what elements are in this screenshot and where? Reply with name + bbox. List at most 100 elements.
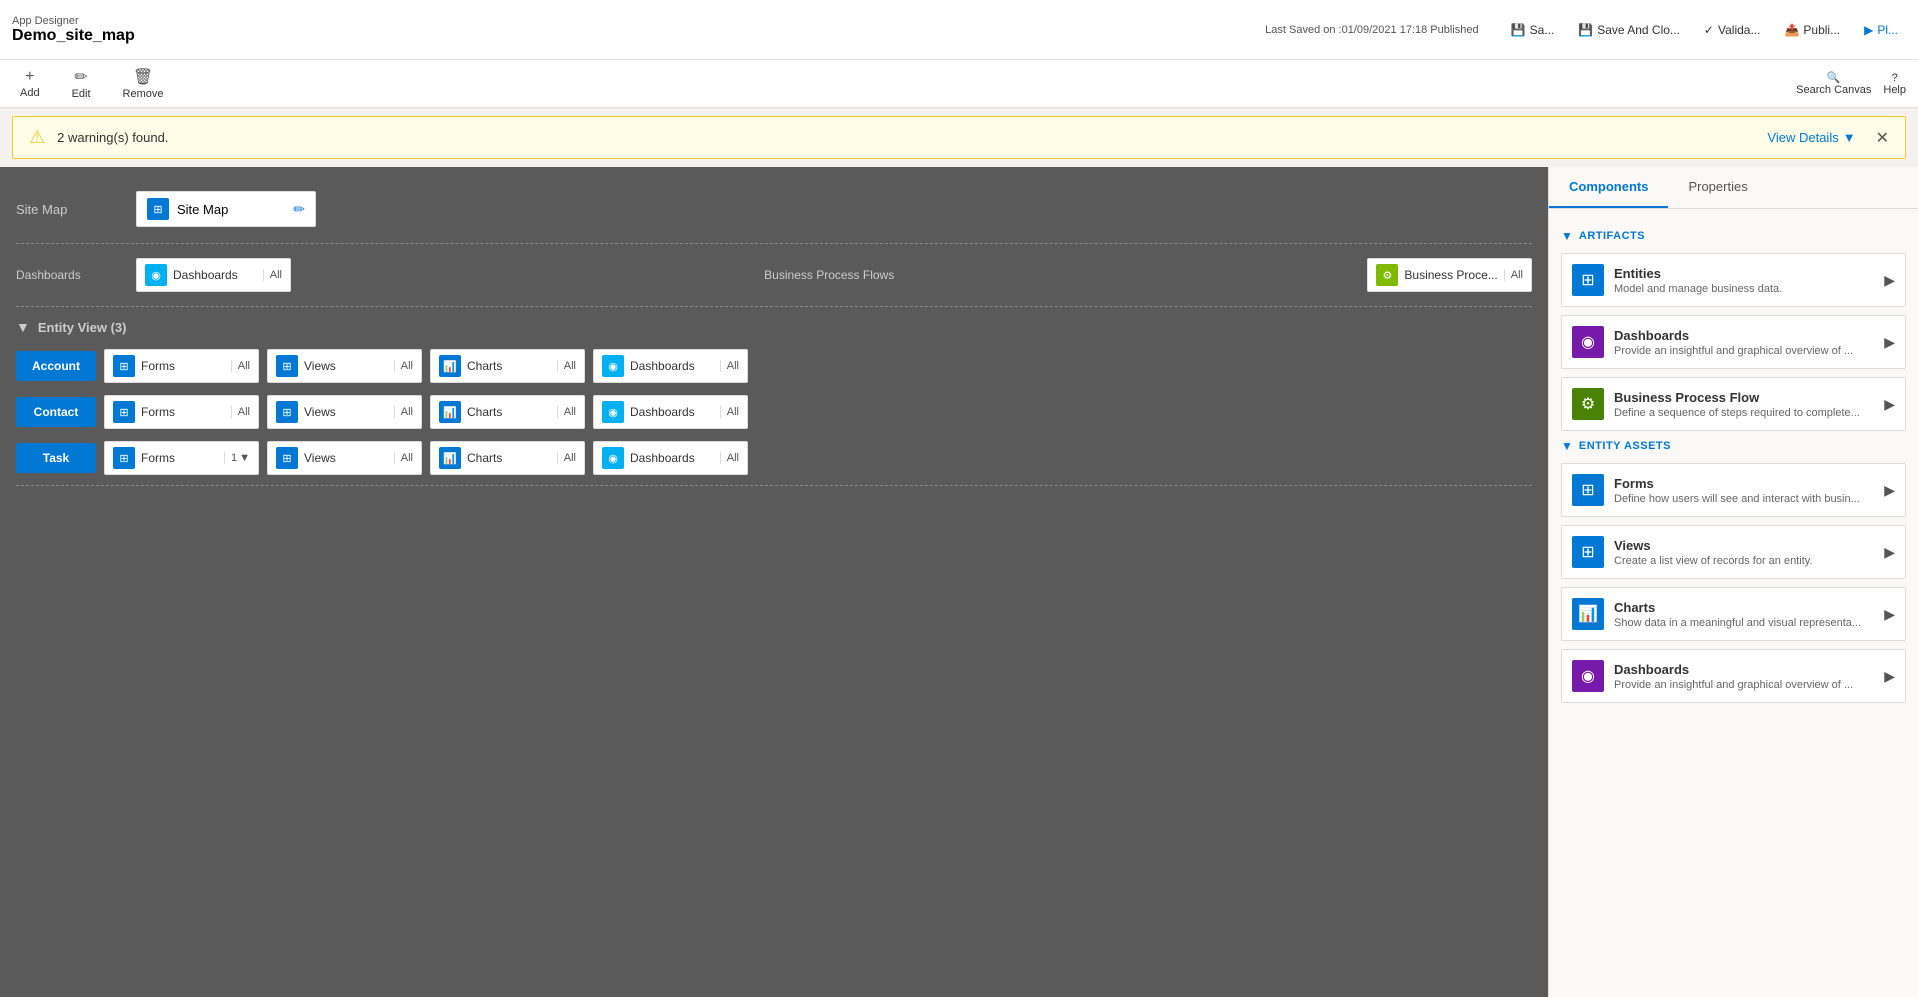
account-forms-badge: All: [231, 360, 250, 372]
component-item-dashboards[interactable]: ◉ Dashboards Provide an insightful and g…: [1561, 315, 1906, 369]
forms-icon: ⊞: [113, 355, 135, 377]
contact-forms-icon: ⊞: [113, 401, 135, 423]
remove-button[interactable]: 🗑 Remove: [115, 65, 172, 102]
entity-view-toggle-icon[interactable]: ▼: [16, 319, 30, 335]
contact-charts-pill[interactable]: 📊 Charts All: [430, 395, 585, 429]
contact-charts-icon: 📊: [439, 401, 461, 423]
task-forms-pill[interactable]: ⊞ Forms 1 ▼: [104, 441, 259, 475]
entity-assets-section-title: ENTITY ASSETS: [1579, 440, 1671, 452]
dashboards-card-icon: ◉: [145, 264, 167, 286]
charts-asset-icon: 📊: [1572, 598, 1604, 630]
task-forms-label: Forms: [141, 451, 218, 465]
sitemap-card[interactable]: ⊞ Site Map ✏: [136, 191, 316, 227]
bpf-artifact-text: Business Process Flow Define a sequence …: [1614, 390, 1884, 419]
charts-asset-text: Charts Show data in a meaningful and vis…: [1614, 600, 1884, 629]
views-icon: ⊞: [276, 355, 298, 377]
charts-asset-name: Charts: [1614, 600, 1884, 615]
bpf-card-label: Business Proce...: [1404, 268, 1497, 282]
publish-button[interactable]: 📤 Publi...: [1776, 19, 1848, 41]
account-dashboards-pill[interactable]: ◉ Dashboards All: [593, 349, 748, 383]
forms-asset-name: Forms: [1614, 476, 1884, 491]
dashboards-artifact-icon: ◉: [1572, 326, 1604, 358]
bpf-card-badge: All: [1504, 269, 1523, 281]
entity-row-contact: Contact ⊞ Forms All ⊞ Views All 📊 Charts…: [16, 389, 1532, 435]
save-info: Last Saved on :01/09/2021 17:18 Publishe…: [1265, 24, 1478, 36]
header: App Designer Demo_site_map Last Saved on…: [0, 0, 1918, 60]
tab-properties[interactable]: Properties: [1668, 167, 1767, 208]
dashboards-artifact-name: Dashboards: [1614, 328, 1884, 343]
dashboards-asset-name: Dashboards: [1614, 662, 1884, 677]
component-item-dashboards-asset[interactable]: ◉ Dashboards Provide an insightful and g…: [1561, 649, 1906, 703]
task-dashboards-badge: All: [720, 452, 739, 464]
bpf-artifact-icon: ⚙: [1572, 388, 1604, 420]
task-entity-button[interactable]: Task: [16, 443, 96, 473]
warning-icon: ⚠: [29, 127, 45, 148]
dashboards-separator: [16, 306, 1532, 307]
component-item-views[interactable]: ⊞ Views Create a list view of records fo…: [1561, 525, 1906, 579]
contact-entity-button[interactable]: Contact: [16, 397, 96, 427]
validate-button[interactable]: ✓ Valida...: [1696, 19, 1769, 41]
edit-pencil-icon[interactable]: ✏: [293, 201, 305, 218]
toolbar-right: 🔍 Search Canvas ? Help: [1796, 71, 1906, 96]
sitemap-separator: [16, 243, 1532, 244]
task-charts-pill[interactable]: 📊 Charts All: [430, 441, 585, 475]
add-icon: +: [25, 68, 34, 86]
contact-forms-pill[interactable]: ⊞ Forms All: [104, 395, 259, 429]
help-button[interactable]: ? Help: [1883, 72, 1906, 96]
main-layout: Site Map ⊞ Site Map ✏ Dashboards ◉ Dashb…: [0, 167, 1918, 997]
search-canvas-button[interactable]: 🔍 Search Canvas: [1796, 71, 1871, 96]
contact-dashboards-icon: ◉: [602, 401, 624, 423]
task-dashboards-pill[interactable]: ◉ Dashboards All: [593, 441, 748, 475]
view-details-button[interactable]: View Details ▼: [1767, 130, 1855, 145]
add-button[interactable]: + Add: [12, 66, 48, 101]
canvas[interactable]: Site Map ⊞ Site Map ✏ Dashboards ◉ Dashb…: [0, 167, 1548, 997]
dashboards-artifact-text: Dashboards Provide an insightful and gra…: [1614, 328, 1884, 357]
play-icon: ▶: [1864, 23, 1873, 37]
contact-dashboards-label: Dashboards: [630, 405, 714, 419]
entity-row-account: Account ⊞ Forms All ⊞ Views All 📊 Charts…: [16, 343, 1532, 389]
save-and-close-button[interactable]: 💾 Save And Clo...: [1570, 19, 1688, 41]
bpf-card[interactable]: ⚙ Business Proce... All: [1367, 258, 1532, 292]
account-forms-pill[interactable]: ⊞ Forms All: [104, 349, 259, 383]
tab-components[interactable]: Components: [1549, 167, 1668, 208]
dashboards-card[interactable]: ◉ Dashboards All: [136, 258, 291, 292]
search-icon: 🔍: [1827, 71, 1841, 84]
task-views-pill[interactable]: ⊞ Views All: [267, 441, 422, 475]
play-button[interactable]: ▶ Pl...: [1856, 19, 1906, 41]
dashboards-icon: ◉: [602, 355, 624, 377]
contact-charts-label: Charts: [467, 405, 551, 419]
account-dashboards-label: Dashboards: [630, 359, 714, 373]
entities-text: Entities Model and manage business data.: [1614, 266, 1884, 295]
component-item-charts[interactable]: 📊 Charts Show data in a meaningful and v…: [1561, 587, 1906, 641]
warning-close-button[interactable]: ✕: [1876, 128, 1889, 148]
right-panel-content: ▼ ARTIFACTS ⊞ Entities Model and manage …: [1549, 209, 1918, 997]
warning-banner: ⚠ 2 warning(s) found. View Details ▼ ✕: [12, 116, 1906, 159]
edit-button[interactable]: ✏ Edit: [64, 65, 99, 102]
account-entity-button[interactable]: Account: [16, 351, 96, 381]
entities-arrow-icon: ▶: [1884, 272, 1895, 289]
header-left: App Designer Demo_site_map: [12, 15, 135, 45]
component-item-bpf[interactable]: ⚙ Business Process Flow Define a sequenc…: [1561, 377, 1906, 431]
account-views-pill[interactable]: ⊞ Views All: [267, 349, 422, 383]
warning-text: 2 warning(s) found.: [57, 130, 1755, 145]
artifacts-chevron-icon[interactable]: ▼: [1561, 229, 1573, 243]
sitemap-label: Site Map: [16, 202, 136, 217]
charts-asset-desc: Show data in a meaningful and visual rep…: [1614, 617, 1884, 629]
publish-icon: 📤: [1784, 23, 1799, 37]
contact-forms-label: Forms: [141, 405, 225, 419]
bpf-section: Business Process Flows: [291, 268, 1367, 282]
component-item-forms[interactable]: ⊞ Forms Define how users will see and in…: [1561, 463, 1906, 517]
artifacts-section-header: ▼ ARTIFACTS: [1561, 229, 1906, 243]
account-charts-pill[interactable]: 📊 Charts All: [430, 349, 585, 383]
component-item-entities[interactable]: ⊞ Entities Model and manage business dat…: [1561, 253, 1906, 307]
account-views-label: Views: [304, 359, 388, 373]
forms-asset-icon: ⊞: [1572, 474, 1604, 506]
help-icon: ?: [1892, 72, 1898, 84]
contact-dashboards-pill[interactable]: ◉ Dashboards All: [593, 395, 748, 429]
header-right: Last Saved on :01/09/2021 17:18 Publishe…: [1265, 19, 1906, 41]
contact-views-pill[interactable]: ⊞ Views All: [267, 395, 422, 429]
app-designer-label: App Designer: [12, 15, 135, 27]
entity-assets-chevron-icon[interactable]: ▼: [1561, 439, 1573, 453]
save-button[interactable]: 💾 Sa...: [1503, 19, 1563, 41]
bpf-label: Business Process Flows: [764, 268, 894, 282]
